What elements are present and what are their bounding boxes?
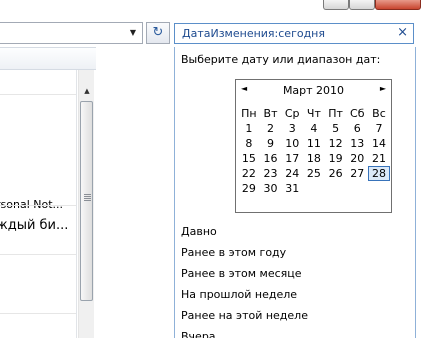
calendar-day[interactable]: 3	[281, 121, 303, 136]
calendar-day[interactable]: 26	[325, 166, 347, 181]
maximize-button[interactable]	[349, 0, 375, 10]
minimize-button[interactable]	[323, 0, 349, 10]
calendar-day[interactable]: 7	[368, 121, 390, 136]
calendar-day[interactable]: 11	[303, 136, 325, 151]
calendar-day[interactable]: 31	[281, 181, 303, 196]
row-divider	[0, 94, 76, 95]
column-header[interactable]	[0, 47, 96, 70]
calendar-day[interactable]: 8	[238, 136, 260, 151]
close-window-button[interactable]	[375, 0, 421, 10]
column-divider	[76, 70, 77, 338]
scroll-up-icon[interactable]: ▲	[79, 83, 95, 100]
quick-filter-earlier-this-year[interactable]: Ранее в этом году	[181, 246, 286, 259]
grip-line	[84, 198, 91, 199]
weekday-header: Сб	[350, 107, 365, 120]
calendar-day[interactable]: 25	[303, 166, 325, 181]
row-divider	[0, 313, 76, 314]
file-list-pane: rsonal Not... ждый би... ▲	[0, 47, 96, 338]
calendar-day[interactable]: 4	[303, 121, 325, 136]
scroll-thumb[interactable]	[80, 101, 93, 301]
row-divider	[0, 254, 76, 255]
calendar-empty-cell	[303, 181, 325, 196]
address-bar[interactable]	[0, 22, 143, 44]
calendar-day[interactable]: 30	[260, 181, 282, 196]
calendar-day[interactable]: 20	[346, 151, 368, 166]
calendar-day[interactable]: 15	[238, 151, 260, 166]
calendar-grid: Пн Вт Ср Чт Пт Сб Вс 1 2 3 4 5 6 7 8 9 10 11 12 13 14 15 16 17 1…	[238, 106, 390, 196]
next-month-icon[interactable]: ►	[380, 84, 386, 93]
grip-line	[84, 196, 91, 197]
calendar-day[interactable]: 10	[281, 136, 303, 151]
calendar-day[interactable]: 13	[346, 136, 368, 151]
weekday-header: Ср	[284, 107, 300, 120]
calendar-day[interactable]: 17	[281, 151, 303, 166]
calendar-day[interactable]: 6	[346, 121, 368, 136]
weekday-header: Пт	[328, 107, 343, 120]
clear-search-icon[interactable]: ×	[397, 25, 408, 40]
calendar-day[interactable]: 21	[368, 151, 390, 166]
title-bar	[0, 0, 425, 22]
row-divider	[0, 205, 76, 206]
calendar-day[interactable]: 29	[238, 181, 260, 196]
calendar-day[interactable]: 16	[260, 151, 282, 166]
calendar-day[interactable]: 27	[346, 166, 368, 181]
weekday-header: Вт	[263, 107, 278, 120]
calendar-day[interactable]: 24	[281, 166, 303, 181]
calendar-empty-cell	[368, 181, 390, 196]
calendar-day[interactable]: 14	[368, 136, 390, 151]
calendar-empty-cell	[346, 181, 368, 196]
calendar-day[interactable]: 5	[325, 121, 347, 136]
calendar-day[interactable]: 9	[260, 136, 282, 151]
calendar-empty-cell	[325, 181, 347, 196]
calendar-day[interactable]: 19	[325, 151, 347, 166]
calendar-month-label[interactable]: Март 2010	[236, 84, 391, 97]
grip-line	[84, 200, 91, 201]
calendar: ◄ Март 2010 ► Пн Вт Ср Чт Пт Сб Вс 1 2 3 4 5 6 7 8 9 10 1…	[235, 79, 392, 213]
quick-filter-yesterday[interactable]: Вчера	[181, 330, 216, 338]
weekday-header: Вс	[372, 107, 386, 120]
filter-prompt: Выберите дату или диапазон дат:	[181, 53, 381, 66]
quick-filter-long-ago[interactable]: Давно	[181, 225, 217, 238]
vertical-scrollbar[interactable]: ▲	[78, 70, 94, 338]
quick-filter-last-week[interactable]: На прошлой неделе	[181, 288, 297, 301]
date-filter-panel: Выберите дату или диапазон дат: ◄ Март 2…	[174, 47, 416, 338]
calendar-day-selected[interactable]: 28	[368, 166, 390, 181]
calendar-day[interactable]: 12	[325, 136, 347, 151]
calendar-day[interactable]: 22	[238, 166, 260, 181]
calendar-day[interactable]: 1	[238, 121, 260, 136]
quick-filter-earlier-this-week[interactable]: Ранее на этой неделе	[181, 309, 308, 322]
refresh-button[interactable]: ↻	[146, 22, 170, 44]
calendar-day[interactable]: 18	[303, 151, 325, 166]
address-dropdown-icon[interactable]: ▼	[127, 26, 139, 40]
calendar-day[interactable]: 2	[260, 121, 282, 136]
search-input[interactable]: ДатаИзменения:сегодня ×	[174, 23, 414, 44]
weekday-header: Чт	[306, 107, 321, 120]
calendar-day[interactable]: 23	[260, 166, 282, 181]
list-item[interactable]: ждый би...	[0, 218, 72, 233]
search-query[interactable]: ДатаИзменения:сегодня	[182, 27, 325, 40]
grip-line	[84, 194, 91, 195]
quick-filter-earlier-this-month[interactable]: Ранее в этом месяце	[181, 267, 302, 280]
weekday-header: Пн	[241, 107, 257, 120]
